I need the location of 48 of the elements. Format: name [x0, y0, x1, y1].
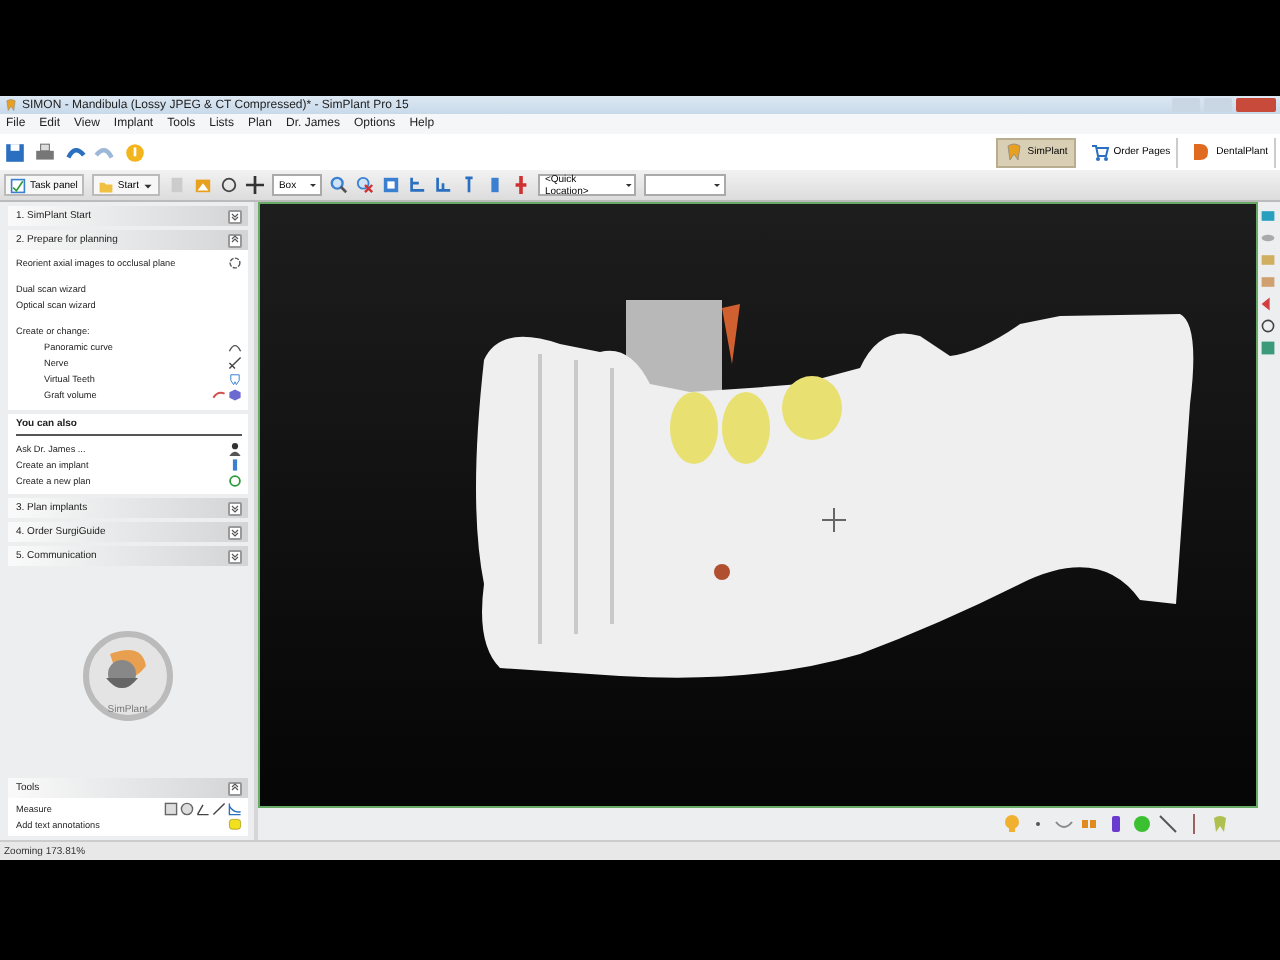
dropdown[interactable] — [644, 174, 727, 196]
curve-icon[interactable] — [227, 340, 242, 354]
expand-toggle[interactable] — [227, 209, 242, 223]
tooth-icon — [1003, 142, 1024, 162]
nerve-icon[interactable] — [227, 356, 242, 370]
magnifier-cross-icon[interactable] — [356, 176, 375, 194]
crosshair-icon — [820, 507, 847, 533]
chevron-icon — [229, 234, 240, 246]
profile-icon[interactable] — [227, 802, 242, 816]
expand-toggle[interactable] — [227, 549, 242, 563]
caret-icon — [623, 180, 633, 190]
caret-icon — [142, 179, 155, 191]
task-panel-icon — [10, 177, 26, 193]
3d-viewport[interactable] — [257, 202, 1258, 808]
tooth-icon — [4, 98, 18, 112]
axis-icon[interactable] — [434, 176, 453, 194]
doctor-icon[interactable] — [227, 442, 242, 456]
axis-icon[interactable] — [408, 176, 427, 194]
rotate-arrows-icon[interactable] — [227, 256, 242, 270]
expand-toggle[interactable] — [227, 781, 242, 795]
screen-icon[interactable] — [1260, 208, 1277, 224]
caret-icon — [308, 180, 319, 190]
chevron-icon — [229, 526, 240, 538]
rotate-icon[interactable] — [220, 176, 239, 194]
expand-toggle[interactable] — [227, 501, 242, 515]
save-icon[interactable] — [4, 141, 26, 163]
move-arrows-icon[interactable] — [246, 176, 265, 194]
rotate-icon[interactable] — [1260, 318, 1277, 334]
chevron-icon — [229, 502, 240, 514]
bone-icon[interactable] — [211, 388, 226, 402]
diagonal-line-icon[interactable] — [1157, 814, 1178, 834]
dp-logo-icon — [1192, 142, 1213, 162]
line-icon[interactable] — [211, 802, 226, 816]
frame-icon[interactable] — [382, 176, 401, 194]
expand-toggle[interactable] — [227, 525, 242, 539]
chevron-icon — [229, 782, 240, 794]
print-icon[interactable] — [34, 141, 56, 163]
logo-emblem-icon — [81, 629, 174, 721]
magnifier-icon[interactable] — [330, 176, 349, 194]
cart-icon — [1089, 142, 1110, 162]
expand-toggle[interactable] — [227, 233, 242, 247]
chevron-icon — [229, 550, 240, 562]
folder-icon — [97, 177, 114, 193]
square-icon[interactable] — [163, 802, 178, 816]
chevron-icon — [229, 210, 240, 222]
angle-icon[interactable] — [195, 802, 210, 816]
caret-icon — [712, 180, 723, 190]
circle-icon[interactable] — [179, 802, 194, 816]
